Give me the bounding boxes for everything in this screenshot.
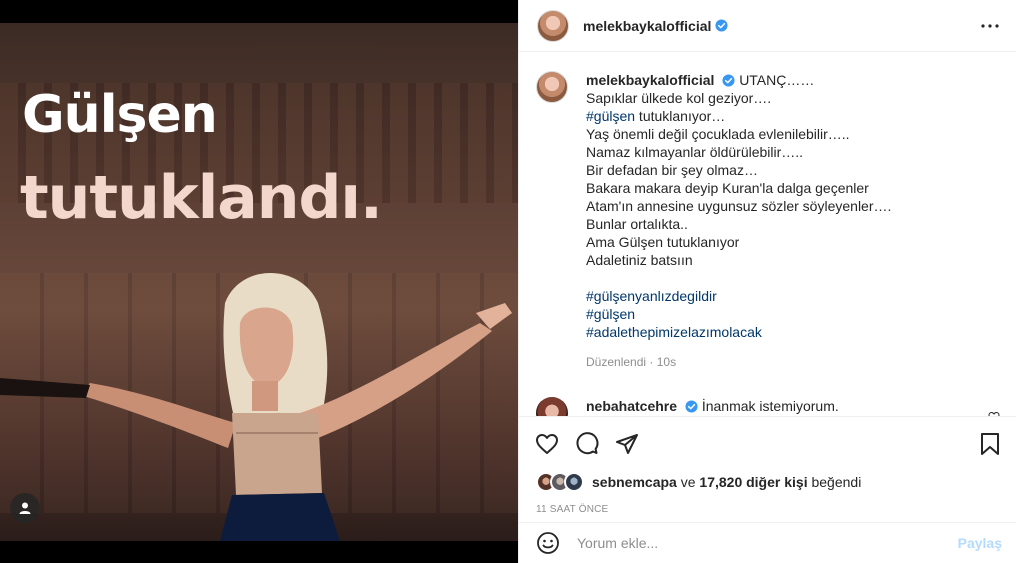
- paper-plane-icon: [616, 433, 638, 454]
- performer-illustration: [0, 273, 512, 541]
- heart-icon: [536, 433, 558, 454]
- verified-badge-icon: [722, 74, 735, 87]
- comment-button[interactable]: [575, 431, 599, 456]
- commenter-avatar[interactable]: [536, 397, 568, 416]
- caption-author-avatar[interactable]: [536, 71, 568, 103]
- image-headline-1: Gülşen: [22, 85, 218, 145]
- caption-line: Sapıklar ülkede kol geziyor….: [586, 90, 772, 106]
- hashtag-link[interactable]: #adalethepimizelazımolacak: [586, 323, 1000, 341]
- caption-age[interactable]: 10s: [657, 355, 676, 369]
- comment-input[interactable]: [577, 535, 958, 551]
- post-image[interactable]: Gülşen tutuklandı.: [0, 23, 518, 541]
- post-timestamp[interactable]: 11 SAAT ÖNCE: [536, 504, 608, 515]
- caption-line: Atam'ın annesine uygunsuz sözler söyleye…: [586, 198, 892, 214]
- caption-meta: Düzenlendi · 10s: [586, 355, 677, 369]
- post-header: melekbaykalofficial: [519, 0, 1016, 52]
- liker-avatar[interactable]: [564, 472, 584, 492]
- commenter-username[interactable]: nebahatcehre: [586, 398, 677, 414]
- post-actions-bar: [519, 416, 1016, 470]
- comment-bubble-icon: [576, 431, 599, 454]
- caption-line: Bakara makara deyip Kuran'la dalga geçen…: [586, 180, 869, 196]
- caption-username[interactable]: melekbaykalofficial: [586, 72, 714, 88]
- caption-text: UTANÇ……: [739, 72, 815, 88]
- author-username[interactable]: melekbaykalofficial: [583, 18, 711, 34]
- bookmark-icon: [981, 432, 999, 455]
- post-details-panel: melekbaykalofficial melekbaykalofficial: [518, 0, 1016, 563]
- post-media[interactable]: Gülşen tutuklandı.: [0, 0, 518, 563]
- hashtag-link[interactable]: #gülşen: [586, 108, 635, 124]
- comment-text: İnanmak istemiyorum.: [701, 398, 839, 414]
- caption-line: Namaz kılmayanlar öldürülebilir…..: [586, 144, 804, 160]
- add-comment-bar: Paylaş: [519, 522, 1016, 563]
- hashtag-link[interactable]: #gülşen: [586, 305, 1000, 323]
- caption-line: Yaş önemli değil çocuklada evlenilebilir…: [586, 126, 850, 142]
- caption-text: tutuklanıyor…: [635, 108, 726, 124]
- caption-line: #gülşen tutuklanıyor…: [586, 107, 1000, 125]
- caption-body: melekbaykalofficial UTANÇ…… Sapıklar ülk…: [586, 71, 1000, 371]
- first-liker-username[interactable]: sebnemcapa: [592, 474, 677, 490]
- caption-line: Ama Gülşen tutuklanıyor: [586, 234, 740, 250]
- more-options-button[interactable]: [978, 14, 1002, 38]
- comment-item: nebahatcehre İnanmak istemiyorum.: [536, 397, 1000, 416]
- caption: melekbaykalofficial UTANÇ…… Sapıklar ülk…: [536, 71, 1000, 371]
- hashtag-link[interactable]: #gülşenyanlızdegildir: [586, 287, 1000, 305]
- user-icon: [19, 502, 31, 514]
- save-button[interactable]: [978, 432, 1002, 456]
- like-button[interactable]: [535, 432, 559, 456]
- caption-line: Bir defadan bir şey olmaz…: [586, 162, 758, 178]
- likes-summary: sebnemcapa ve 17,820 diğer kişi beğendi: [536, 472, 861, 492]
- caption-line: Bunlar ortalıkta..: [586, 216, 688, 232]
- edited-label: Düzenlendi: [586, 355, 647, 369]
- tagged-users-button[interactable]: [10, 493, 40, 523]
- comment-body: nebahatcehre İnanmak istemiyorum.: [586, 397, 839, 416]
- caption-line: Adaletiniz batsıın: [586, 252, 693, 268]
- verified-badge-icon: [715, 19, 728, 32]
- image-headline-2: tutuklandı.: [20, 163, 383, 233]
- likes-count[interactable]: 17,820 diğer kişi: [699, 474, 807, 490]
- likes-and: ve: [680, 474, 696, 490]
- likes-suffix: beğendi: [811, 474, 862, 490]
- emoji-button[interactable]: [535, 530, 561, 556]
- verified-badge-icon: [685, 400, 698, 413]
- share-button[interactable]: [615, 432, 639, 456]
- liker-avatars: [536, 472, 584, 492]
- post-comment-button[interactable]: Paylaş: [958, 535, 1002, 551]
- ellipsis-icon: [981, 23, 999, 28]
- smiley-icon: [537, 532, 559, 554]
- author-avatar[interactable]: [537, 9, 569, 42]
- comments-list[interactable]: melekbaykalofficial UTANÇ…… Sapıklar ülk…: [519, 53, 1016, 416]
